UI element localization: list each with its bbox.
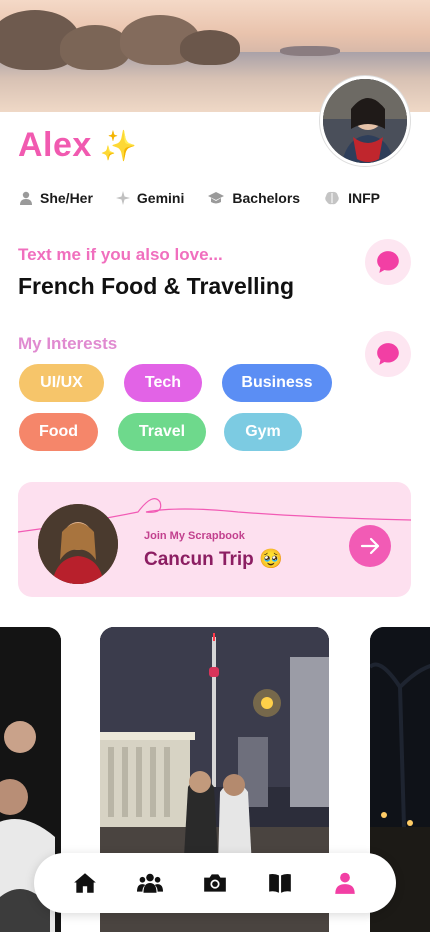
profile-tags: She/Her Gemini Bachelors INFP [18,190,380,206]
interest-chip-travel[interactable]: Travel [118,413,206,451]
profile-avatar[interactable] [320,76,410,166]
nav-profile[interactable] [325,863,365,903]
nav-camera[interactable] [195,863,235,903]
chat-bubble-icon [377,251,399,273]
zodiac-tag: Gemini [115,190,184,206]
bottom-nav [34,853,396,913]
pronouns-label: She/Her [40,190,93,206]
prompt-label: Text me if you also love... [18,245,223,264]
interest-chip-business[interactable]: Business [222,364,332,402]
profile-icon [335,872,356,894]
home-icon [73,873,96,893]
scrapbook-avatar-image [38,504,118,584]
profile-name-text: Alex [18,126,92,164]
education-label: Bachelors [232,190,301,206]
sparkle-emoji: ✨ [99,130,138,163]
scrapbook-subtitle: Join My Scrapbook [144,530,245,542]
friends-icon [136,873,163,893]
interests-chat-button[interactable] [365,331,411,377]
nav-friends[interactable] [130,863,170,903]
camera-icon [204,874,226,892]
sparkle-icon [115,191,130,205]
book-icon [269,873,291,893]
interests-label: My Interests [18,334,118,353]
interest-chip-uiux[interactable]: UI/UX [19,364,104,402]
cover-rock [180,30,240,65]
nav-book[interactable] [260,863,300,903]
interest-chip-gym[interactable]: Gym [224,413,302,451]
interest-chip-tech[interactable]: Tech [124,364,202,402]
interest-chip-food[interactable]: Food [19,413,98,451]
scrapbook-avatar [38,504,118,584]
prompt-chat-button[interactable] [365,239,411,285]
scrapbook-title: Cancun Trip 🥹 [144,549,283,570]
brain-icon [325,191,339,205]
personality-tag: INFP [322,190,380,206]
scrapbook-open-button[interactable] [349,525,391,567]
graduation-cap-icon [208,192,225,204]
profile-name: Alex ✨ [18,126,138,165]
personality-label: INFP [348,190,380,206]
pronouns-tag: She/Her [18,190,93,206]
arrow-right-icon [360,537,380,555]
person-icon [20,191,32,205]
profile-avatar-image [323,79,407,163]
education-tag: Bachelors [206,190,300,206]
prompt-answer: French Food & Travelling [18,273,295,299]
cover-island [280,46,340,56]
nav-home[interactable] [65,863,105,903]
zodiac-label: Gemini [136,190,185,206]
chat-bubble-icon [377,343,399,365]
scrapbook-card[interactable]: Join My Scrapbook Cancun Trip 🥹 [18,482,411,597]
